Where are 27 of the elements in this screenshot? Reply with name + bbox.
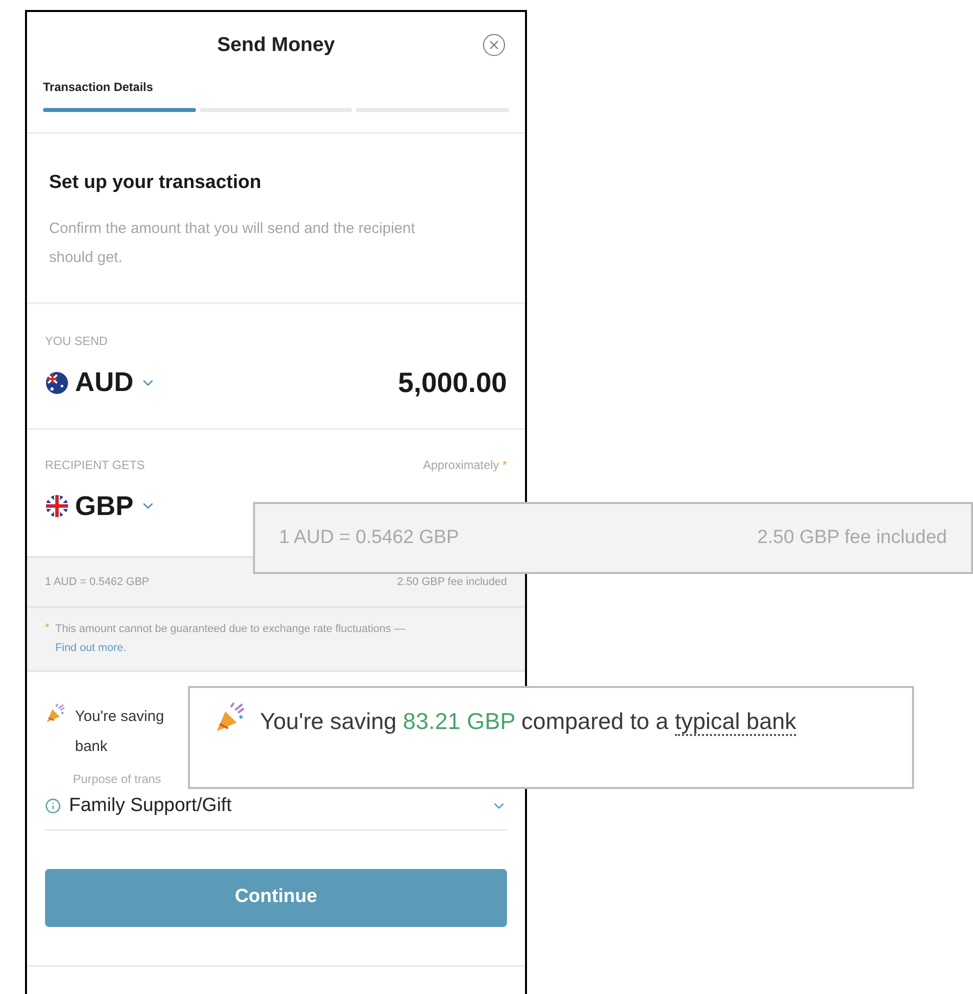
currency-selector[interactable]: AUD [45, 362, 156, 403]
party-popper-icon [45, 702, 67, 724]
flag-icon [45, 370, 69, 394]
savings-text: You're saving [75, 707, 164, 727]
field-label: Purpose of trans [73, 771, 162, 788]
section-description: Confirm the amount that you will send and the recipient should get. [49, 218, 416, 268]
savings-message: You're saving 83.21 GBP compared to a typical bank [260, 707, 798, 738]
window-title: Send Money [217, 33, 335, 58]
close-button[interactable] [483, 34, 505, 56]
close-icon [487, 38, 501, 52]
info-icon [45, 798, 61, 814]
asterisk-icon: * [45, 620, 50, 658]
savings-text: bank [75, 737, 109, 757]
fee-text: 2.50 GBP fee included [757, 526, 947, 550]
approximately-text: Approximately * [422, 456, 507, 474]
exchange-rate-text: 1 AUD = 0.5462 GBP [279, 526, 460, 550]
amount-text: 5,000.00 [398, 366, 507, 400]
currency-selector[interactable]: GBP [45, 486, 156, 526]
fee-text: 2.50 GBP fee included [397, 574, 507, 590]
field-label: YOU SEND [45, 332, 109, 350]
field-label: RECIPIENT GETS [45, 456, 145, 474]
exchange-rate-text: 1 AUD = 0.5462 GBP [45, 574, 150, 590]
flag-icon [45, 494, 69, 518]
section-title: Set up your transaction [49, 171, 262, 195]
disclaimer-text: This amount cannot be guaranteed due to exchange rate fluctuations — Find out more. [55, 622, 406, 656]
purpose-value: Family Support/Gift [69, 794, 233, 818]
step-label: Transaction Details [43, 79, 154, 96]
